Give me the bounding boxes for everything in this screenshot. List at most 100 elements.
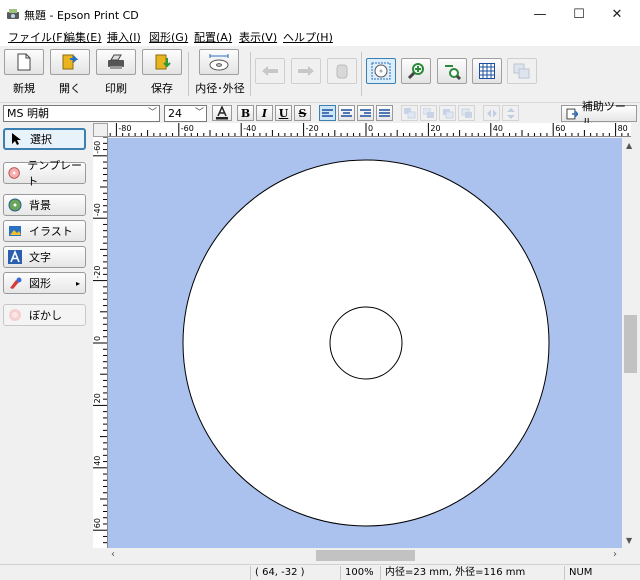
sidebar-item-label: イラスト: [29, 225, 73, 238]
diameter-button[interactable]: [199, 49, 239, 75]
sidebar-item-background[interactable]: 背景: [3, 194, 86, 216]
menu-shape[interactable]: 図形(G): [149, 29, 188, 45]
grid-button[interactable]: [472, 58, 502, 84]
undo-icon: [262, 66, 278, 76]
open-button[interactable]: [50, 49, 90, 75]
scroll-left-icon[interactable]: ‹: [111, 549, 115, 560]
save-button[interactable]: [142, 49, 182, 75]
menu-edit[interactable]: 編集(E): [64, 29, 102, 45]
eraser-icon: [336, 64, 348, 79]
background-disc-icon: [8, 198, 22, 212]
toolbar-separator: [250, 52, 251, 96]
text-color-button[interactable]: [212, 105, 232, 121]
horizontal-scrollbar[interactable]: ‹ ›: [108, 548, 622, 563]
format-toolbar: MS 明朝 ﹀ 24 ﹀ B I U S 補助ツール: [0, 100, 640, 129]
horizontal-scroll-thumb[interactable]: [316, 550, 415, 561]
ruler-label: 0: [93, 336, 102, 341]
flip-vertical-button[interactable]: [502, 105, 519, 121]
sidebar-item-illustration[interactable]: イラスト: [3, 220, 86, 242]
sidebar-item-label: 選択: [30, 133, 52, 146]
bring-forward-button[interactable]: [420, 105, 437, 121]
tool-sidebar: 選択 テンプレート 背景 イラスト 文字 図形 ▸ ぼかし: [0, 123, 90, 563]
scroll-corner: [622, 548, 639, 563]
scroll-up-icon[interactable]: ▲: [626, 141, 632, 150]
toolbar-separator: [361, 52, 362, 96]
diameter-label: 内径･外径: [195, 82, 245, 95]
sidebar-item-label: テンプレート: [27, 159, 82, 188]
justify-button[interactable]: [376, 105, 393, 121]
vertical-ruler: -60 -40 -20 0 20 40 60: [93, 137, 108, 548]
illustration-icon: [9, 226, 21, 236]
template-disc-icon: [8, 167, 20, 179]
align-right-button[interactable]: [357, 105, 374, 121]
sidebar-item-blur[interactable]: ぼかし: [3, 304, 86, 326]
font-family-select[interactable]: MS 明朝 ﹀: [3, 105, 160, 122]
disc-center-hole: [329, 306, 403, 380]
justify-icon: [379, 108, 390, 117]
design-canvas[interactable]: [108, 138, 622, 548]
close-button[interactable]: ✕: [594, 0, 640, 28]
menu-insert[interactable]: 挿入(I): [107, 29, 141, 45]
menu-arrange[interactable]: 配置(A): [194, 29, 232, 45]
menu-help[interactable]: ヘルプ(H): [283, 29, 333, 45]
ruler-corner: [93, 123, 108, 137]
sidebar-item-template[interactable]: テンプレート: [3, 159, 86, 188]
ruler-label: -40: [243, 124, 256, 133]
new-label: 新規: [13, 82, 35, 95]
scroll-down-icon[interactable]: ▼: [626, 536, 632, 545]
printer-icon: [108, 54, 124, 69]
layer-button[interactable]: [507, 58, 537, 84]
redo-button[interactable]: [291, 58, 321, 84]
zoom-out-button[interactable]: [437, 58, 467, 84]
align-center-icon: [341, 108, 352, 117]
bold-button[interactable]: B: [237, 105, 254, 121]
fit-view-button[interactable]: [366, 58, 396, 84]
disc-dimensions: 内径=23 mm, 外径=116 mm: [380, 566, 560, 580]
sidebar-item-select[interactable]: 選択: [3, 128, 86, 150]
main-toolbar: 新規 開く 印刷 保存 内径･外径: [0, 46, 640, 102]
ruler-label: 80: [618, 124, 628, 133]
sidebar-item-label: ぼかし: [29, 309, 62, 322]
blur-icon: [9, 309, 21, 321]
num-lock-indicator: NUM: [564, 566, 624, 580]
title-bar: 無題 - Epson Print CD — ☐ ✕: [0, 0, 640, 28]
assist-tools-button[interactable]: 補助ツール: [561, 100, 637, 129]
grid-icon: [479, 63, 495, 79]
flip-horizontal-button[interactable]: [483, 105, 500, 121]
undo-button[interactable]: [255, 58, 285, 84]
menu-view[interactable]: 表示(V): [239, 29, 277, 45]
scroll-right-icon[interactable]: ›: [613, 549, 617, 560]
sidebar-item-label: 背景: [29, 199, 51, 212]
underline-button[interactable]: U: [275, 105, 292, 121]
font-size-select[interactable]: 24 ﹀: [164, 105, 207, 122]
strikethrough-button[interactable]: S: [294, 105, 311, 121]
menu-file[interactable]: ファイル(F): [8, 29, 67, 45]
zoom-level: 100%: [340, 566, 380, 580]
sidebar-item-text[interactable]: 文字: [3, 246, 86, 268]
new-button[interactable]: [4, 49, 44, 75]
sidebar-item-shape[interactable]: 図形 ▸: [3, 272, 86, 294]
align-left-button[interactable]: [319, 105, 336, 121]
clear-button[interactable]: [327, 58, 357, 84]
redo-icon: [298, 66, 314, 76]
vertical-scroll-thumb[interactable]: [624, 315, 637, 373]
bring-front-button[interactable]: [401, 105, 418, 121]
cursor-coordinates: ( 64, -32 ): [250, 566, 336, 580]
ruler-label: -40: [93, 203, 102, 216]
text-color-icon: [216, 106, 228, 120]
zoom-out-icon: [445, 65, 461, 80]
app-icon: [7, 9, 19, 19]
zoom-in-button[interactable]: [401, 58, 431, 84]
font-size-value: 24: [168, 107, 182, 120]
menu-bar: ファイル(F) 編集(E) 挿入(I) 図形(G) 配置(A) 表示(V) ヘル…: [0, 28, 640, 46]
print-button[interactable]: [96, 49, 136, 75]
italic-button[interactable]: I: [256, 105, 273, 121]
bring-forward-icon: [422, 107, 434, 118]
align-left-icon: [322, 108, 333, 117]
align-center-button[interactable]: [338, 105, 355, 121]
ruler-label: -20: [93, 266, 102, 279]
window-title: 無題 - Epson Print CD: [24, 9, 139, 22]
send-backward-button[interactable]: [439, 105, 456, 121]
send-back-button[interactable]: [458, 105, 475, 121]
vertical-scrollbar[interactable]: ▲ ▼: [622, 138, 639, 548]
